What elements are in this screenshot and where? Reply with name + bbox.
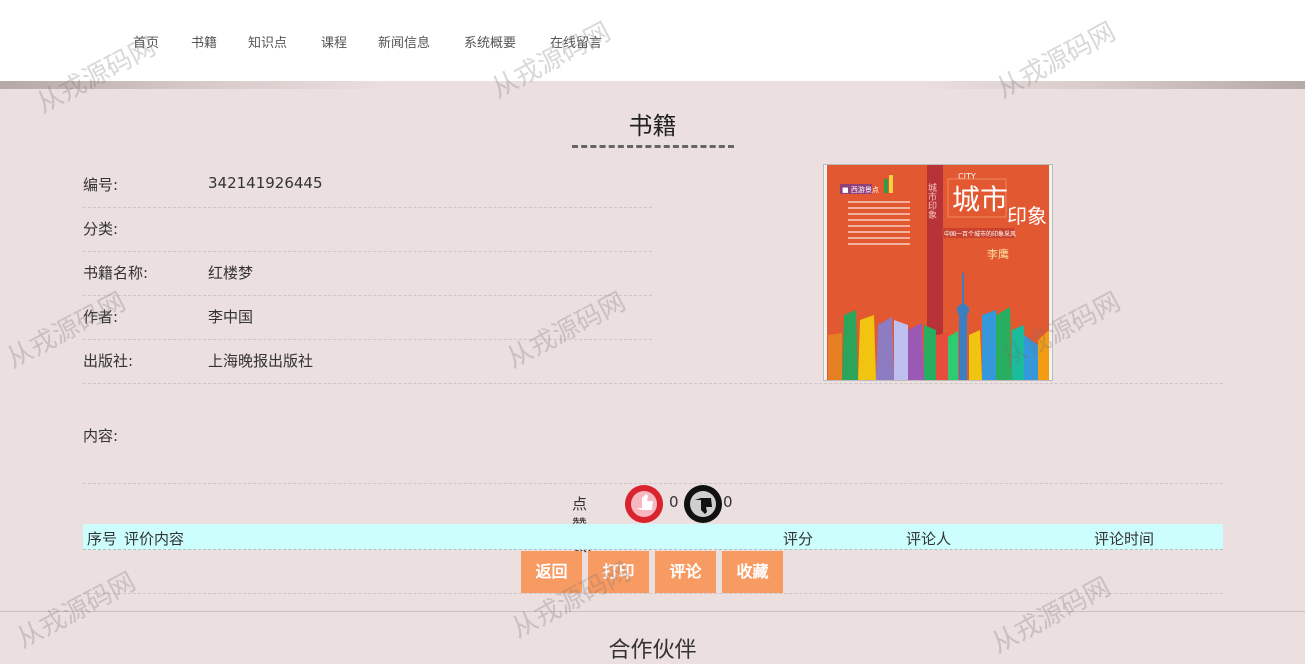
field-label: 编号: xyxy=(83,176,119,194)
thumbs-up-count: 0 xyxy=(669,493,679,511)
field-row-publisher: 出版社: 上海晚报出版社 xyxy=(83,339,652,384)
header-user: 评论人 xyxy=(906,530,952,548)
cover-city: CITY xyxy=(958,172,976,181)
header-score: 评分 xyxy=(783,530,814,548)
nav-news[interactable]: 新闻信息 xyxy=(378,32,430,51)
back-button[interactable]: 返回 xyxy=(521,551,582,593)
top-bar: 首页 书籍 知识点 课程 新闻信息 系统概要 在线留言 xyxy=(0,0,1305,82)
header-band xyxy=(0,81,1305,89)
comment-button[interactable]: 评论 xyxy=(655,551,716,593)
field-value: 上海晚报出版社 xyxy=(208,352,314,370)
comments-table-header: 序号 评价内容 评分 评论人 评论时间 xyxy=(83,524,1223,550)
content-label: 内容: xyxy=(83,427,119,445)
nav-home[interactable]: 首页 xyxy=(133,32,159,51)
field-row-author: 作者: 李中国 xyxy=(83,295,652,340)
content-row: 内容: xyxy=(83,383,1223,484)
cover-tag: ■ 西游景点 xyxy=(842,185,879,194)
nav-courses[interactable]: 课程 xyxy=(321,32,347,51)
field-row-id: 编号: 342141926445 xyxy=(83,163,652,208)
thumbs-up-icon[interactable] xyxy=(624,484,664,528)
print-button[interactable]: 打印 xyxy=(588,551,649,593)
header-index: 序号 xyxy=(87,530,118,548)
field-label: 作者: xyxy=(83,308,119,326)
field-label: 书籍名称: xyxy=(83,264,149,282)
header-content: 评价内容 xyxy=(124,530,185,548)
nav-system-overview[interactable]: 系统概要 xyxy=(464,32,516,51)
field-value: 李中国 xyxy=(208,308,254,326)
field-value: 342141926445 xyxy=(208,174,323,192)
partners-title: 合作伙伴 xyxy=(608,638,697,663)
field-row-book-name: 书籍名称: 红楼梦 xyxy=(83,251,652,296)
cover-side-title: 城市印象 xyxy=(926,183,937,219)
divider xyxy=(83,593,1223,594)
favorite-button[interactable]: 收藏 xyxy=(722,551,783,593)
page-title: 书籍 xyxy=(628,112,677,140)
cover-author: 李鹰 xyxy=(987,247,1009,261)
title-underline xyxy=(572,145,734,148)
field-label: 分类: xyxy=(83,220,119,238)
nav-messages[interactable]: 在线留言 xyxy=(550,32,602,51)
field-row-category: 分类: xyxy=(83,207,652,252)
field-label: 出版社: xyxy=(83,352,134,370)
nav-knowledge[interactable]: 知识点 xyxy=(248,32,287,51)
header-time: 评论时间 xyxy=(1094,530,1155,548)
cover-subtitle: 中国一百个城市的印象采风 xyxy=(944,230,1016,238)
footer-divider xyxy=(0,611,1305,612)
cover-title-2: 印象 xyxy=(1007,204,1047,228)
book-cover-illustration: ■ 西游景点 城市印象 CITY 城市 印象 中国一百个城市的印象采风 李鹰 xyxy=(824,165,1052,380)
book-cover-image: ■ 西游景点 城市印象 CITY 城市 印象 中国一百个城市的印象采风 李鹰 xyxy=(823,164,1053,381)
cover-title: 城市 xyxy=(952,183,1008,216)
field-value: 红楼梦 xyxy=(208,264,254,282)
nav-books[interactable]: 书籍 xyxy=(191,32,217,51)
thumbs-down-icon[interactable] xyxy=(683,484,723,528)
thumbs-down-count: 0 xyxy=(723,493,733,511)
